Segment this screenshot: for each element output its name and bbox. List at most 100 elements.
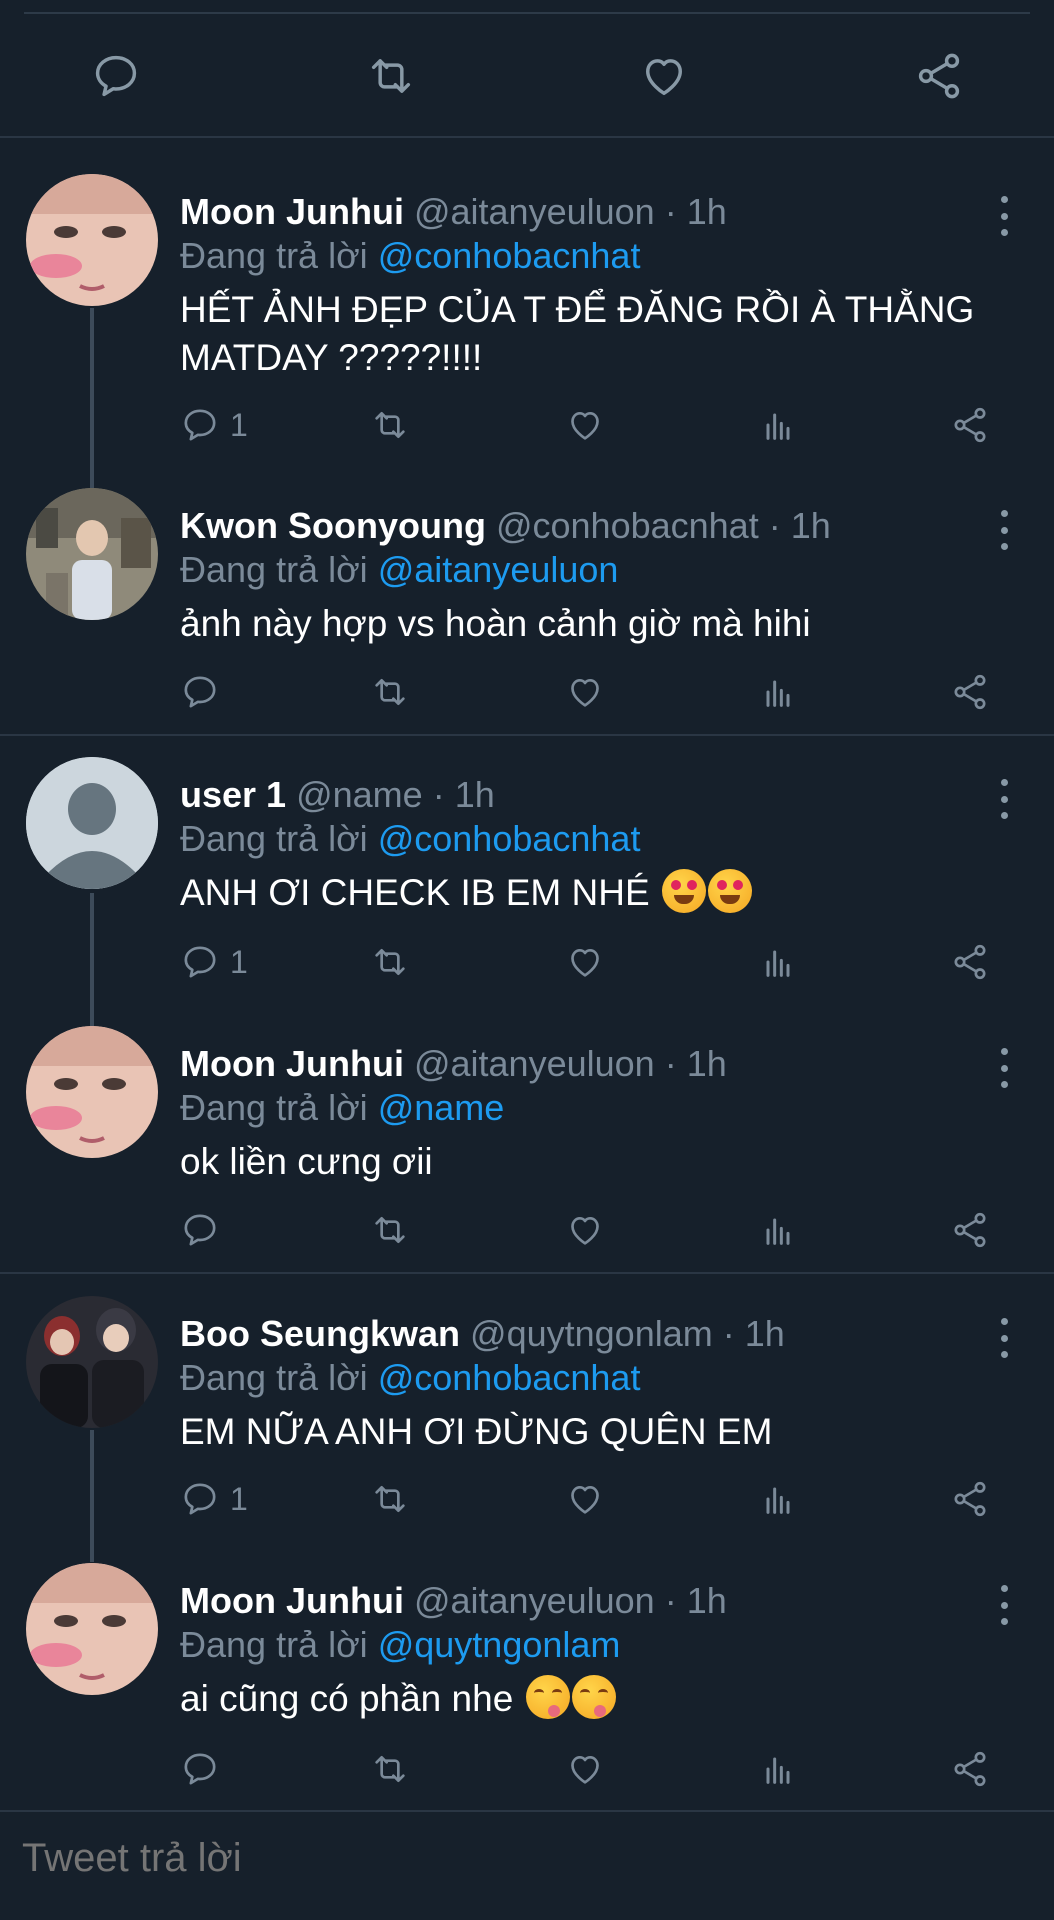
main-reply-button[interactable] — [80, 40, 152, 112]
share-icon — [918, 53, 960, 99]
tweet-actions: 1 — [180, 934, 1014, 990]
main-retweet-button[interactable] — [355, 40, 427, 112]
analytics-button[interactable] — [758, 934, 798, 990]
more-options-button[interactable] — [994, 1585, 1014, 1625]
yum-emoji-icon — [525, 1675, 570, 1719]
mention-link[interactable]: @conhobacnhat — [378, 235, 641, 276]
like-button[interactable] — [565, 664, 605, 720]
user-handle[interactable]: @aitanyeuluon — [414, 1043, 655, 1084]
reply-button[interactable]: 1 — [180, 934, 248, 990]
analytics-button[interactable] — [758, 1471, 798, 1527]
tweet-time: 1h — [686, 1580, 727, 1621]
tweet-time: 1h — [744, 1313, 785, 1354]
analytics-icon — [766, 1218, 790, 1245]
avatar[interactable] — [26, 174, 158, 306]
like-button[interactable] — [565, 1202, 605, 1258]
mention-link[interactable]: @quytngonlam — [378, 1624, 621, 1665]
user-handle[interactable]: @quytngonlam — [470, 1313, 713, 1354]
retweet-button[interactable] — [370, 934, 410, 990]
main-share-button[interactable] — [903, 40, 975, 112]
tweet-text: HẾT ẢNH ĐẸP CỦA T ĐỂ ĐĂNG RỒI À THẰNG MA… — [180, 289, 975, 378]
tweet-time: 1h — [454, 774, 495, 815]
replying-to-label: Đang trả lời — [180, 549, 368, 590]
analytics-button[interactable] — [758, 397, 798, 453]
display-name[interactable]: Moon Junhui — [180, 191, 404, 232]
reply-button[interactable]: 1 — [180, 397, 248, 453]
more-options-button[interactable] — [994, 1048, 1014, 1088]
top-divider — [24, 12, 1030, 14]
display-name[interactable]: Boo Seungkwan — [180, 1313, 460, 1354]
share-button[interactable] — [950, 1471, 990, 1527]
like-button[interactable] — [565, 934, 605, 990]
retweet-button[interactable] — [370, 1741, 410, 1797]
main-tweet-actions — [0, 40, 1054, 112]
reply-button[interactable] — [180, 1741, 230, 1797]
avatar[interactable] — [26, 488, 158, 620]
display-name[interactable]: Kwon Soonyoung — [180, 505, 486, 546]
display-name[interactable]: Moon Junhui — [180, 1580, 404, 1621]
tweet-text: ANH ƠI CHECK IB EM NHÉ — [180, 872, 650, 913]
analytics-button[interactable] — [758, 1202, 798, 1258]
avatar[interactable] — [26, 1296, 158, 1428]
display-name[interactable]: Moon Junhui — [180, 1043, 404, 1084]
retweet-button[interactable] — [370, 1202, 410, 1258]
mention-link[interactable]: @conhobacnhat — [378, 1357, 641, 1398]
user-handle[interactable]: @aitanyeuluon — [414, 191, 655, 232]
share-button[interactable] — [950, 1202, 990, 1258]
reply-icon — [184, 1214, 216, 1246]
retweet-icon — [375, 1486, 405, 1512]
replying-to: Đang trả lời @aitanyeuluon — [180, 548, 984, 592]
tweet-actions: 1 — [180, 397, 1014, 453]
avatar[interactable] — [26, 1563, 158, 1695]
tweet-actions — [180, 1741, 1014, 1797]
reply-button[interactable] — [180, 1202, 230, 1258]
reply-count: 1 — [230, 943, 248, 980]
heart-icon — [571, 949, 599, 977]
reply-icon — [184, 1483, 216, 1515]
tweet-time: 1h — [686, 1043, 727, 1084]
mention-link[interactable]: @aitanyeuluon — [378, 549, 619, 590]
share-button[interactable] — [950, 1741, 990, 1797]
replying-to: Đang trả lời @conhobacnhat — [180, 234, 984, 278]
tweet-text-wrap: ai cũng có phần nhe — [180, 1675, 984, 1723]
more-options-button[interactable] — [994, 510, 1014, 550]
replying-to-label: Đang trả lời — [180, 1357, 368, 1398]
reply-input[interactable] — [20, 1832, 824, 1884]
mention-link[interactable]: @conhobacnhat — [378, 818, 641, 859]
more-options-button[interactable] — [994, 779, 1014, 819]
analytics-button[interactable] — [758, 1741, 798, 1797]
share-button[interactable] — [950, 934, 990, 990]
tweet-actions — [180, 1202, 1014, 1258]
tweet-actions — [180, 664, 1014, 720]
share-button[interactable] — [950, 664, 990, 720]
tweet-time: 1h — [790, 505, 831, 546]
reply-button[interactable]: 1 — [180, 1471, 248, 1527]
more-options-button[interactable] — [994, 196, 1014, 236]
retweet-icon — [375, 412, 405, 438]
thread-line — [90, 893, 94, 1026]
like-button[interactable] — [565, 397, 605, 453]
avatar[interactable] — [26, 1026, 158, 1158]
main-like-button[interactable] — [628, 40, 700, 112]
share-button[interactable] — [950, 397, 990, 453]
reply-button[interactable] — [180, 664, 230, 720]
user-handle[interactable]: @aitanyeuluon — [414, 1580, 655, 1621]
like-button[interactable] — [565, 1471, 605, 1527]
user-handle[interactable]: @conhobacnhat — [496, 505, 759, 546]
replying-to: Đang trả lời @quytngonlam — [180, 1623, 984, 1667]
mention-link[interactable]: @name — [378, 1087, 505, 1128]
heart-icon — [571, 412, 599, 440]
like-button[interactable] — [565, 1741, 605, 1797]
retweet-button[interactable] — [370, 1471, 410, 1527]
share-icon — [954, 1481, 986, 1517]
replying-to-label: Đang trả lời — [180, 1624, 368, 1665]
retweet-button[interactable] — [370, 664, 410, 720]
replying-to-label: Đang trả lời — [180, 1087, 368, 1128]
tweet-header: Boo Seungkwan @quytngonlam · 1h — [180, 1313, 785, 1354]
display-name[interactable]: user 1 — [180, 774, 286, 815]
more-options-button[interactable] — [994, 1318, 1014, 1358]
analytics-button[interactable] — [758, 664, 798, 720]
retweet-button[interactable] — [370, 397, 410, 453]
avatar[interactable] — [26, 757, 158, 889]
user-handle[interactable]: @name — [296, 774, 423, 815]
